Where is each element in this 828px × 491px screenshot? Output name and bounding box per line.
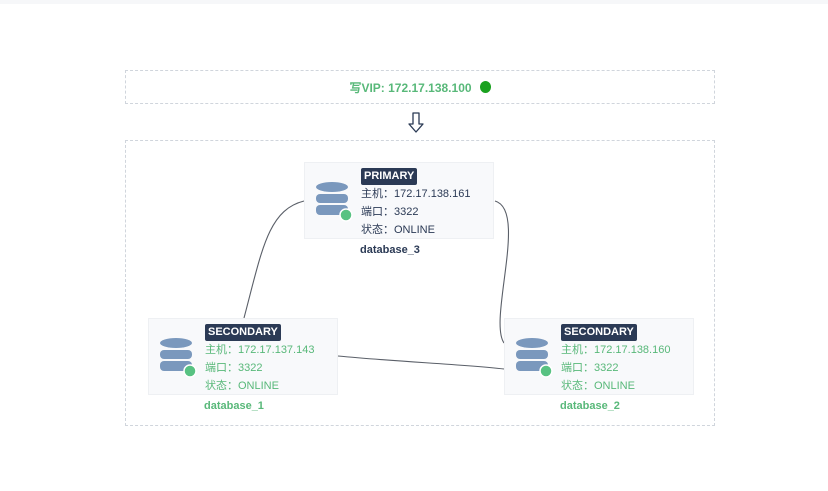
database-icon: [516, 338, 553, 378]
down-arrow-icon: [408, 112, 424, 133]
topology-canvas: 写VIP: 172.17.138.100 PRIMARY 主机：172.17.1…: [0, 0, 828, 491]
database-icon: [316, 182, 353, 222]
vip-status-dot-icon: [479, 81, 491, 93]
node-info: SECONDARY 主机：172.17.137.143 端口：3322 状态：O…: [205, 323, 314, 395]
host-text: 主机：172.17.137.143: [205, 344, 315, 356]
database-name: database_2: [560, 400, 620, 412]
port-text: 端口：3322: [205, 362, 263, 374]
host-text: 主机：172.17.138.161: [361, 188, 471, 200]
node-database-3[interactable]: PRIMARY 主机：172.17.138.161 端口：3322 状态：ONL…: [304, 162, 494, 256]
status-text: 状态：ONLINE: [361, 224, 435, 236]
port-text: 端口：3322: [361, 206, 419, 218]
role-badge: SECONDARY: [561, 324, 637, 341]
database-icon: [160, 338, 197, 378]
port-text: 端口：3322: [561, 362, 619, 374]
host-text: 主机：172.17.138.160: [561, 344, 671, 356]
node-card[interactable]: PRIMARY 主机：172.17.138.161 端口：3322 状态：ONL…: [304, 162, 494, 239]
top-band: [0, 0, 828, 4]
node-info: PRIMARY 主机：172.17.138.161 端口：3322 状态：ONL…: [361, 167, 470, 239]
node-database-1[interactable]: SECONDARY 主机：172.17.137.143 端口：3322 状态：O…: [148, 318, 338, 412]
database-name: database_3: [360, 244, 420, 256]
write-vip-box: 写VIP: 172.17.138.100: [125, 70, 715, 104]
status-text: 状态：ONLINE: [205, 380, 279, 392]
database-name: database_1: [204, 400, 264, 412]
node-card[interactable]: SECONDARY 主机：172.17.138.160 端口：3322 状态：O…: [504, 318, 694, 395]
status-text: 状态：ONLINE: [561, 380, 635, 392]
role-badge: PRIMARY: [361, 168, 418, 185]
node-info: SECONDARY 主机：172.17.138.160 端口：3322 状态：O…: [561, 323, 670, 395]
role-badge: SECONDARY: [205, 324, 281, 341]
node-database-2[interactable]: SECONDARY 主机：172.17.138.160 端口：3322 状态：O…: [504, 318, 694, 412]
write-vip-label: 写VIP: 172.17.138.100: [349, 80, 472, 95]
node-card[interactable]: SECONDARY 主机：172.17.137.143 端口：3322 状态：O…: [148, 318, 338, 395]
